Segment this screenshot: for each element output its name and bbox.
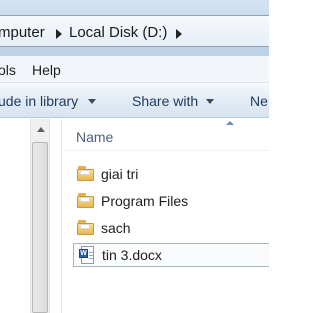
file-name: sach [101,220,131,236]
file-name: giai tri [101,166,139,182]
header-divider [64,150,269,151]
breadcrumb-local-disk[interactable]: Local Disk (D:) [69,24,167,41]
list-item-tin-3-docx[interactable]: W tin 3.docx [73,243,269,267]
folder-icon [77,193,95,209]
menu-help[interactable]: Help [32,62,61,78]
breadcrumb-arrow-icon[interactable] [56,29,62,39]
file-name: tin 3.docx [102,247,162,263]
list-item-giai-tri[interactable]: giai tri [73,163,269,187]
chevron-down-icon[interactable] [206,99,214,104]
word-document-icon: W [79,246,95,265]
folder-icon [77,166,95,182]
scroll-up-arrow-icon[interactable] [37,127,45,132]
chevron-down-icon[interactable] [88,99,96,104]
list-item-sach[interactable]: sach [73,217,269,241]
include-in-library-button[interactable]: ude in library [0,93,78,109]
explorer-window: mputer Local Disk (D:) ols Help ude in l… [0,0,269,313]
share-with-button[interactable]: Share with [132,93,198,109]
menu-tools[interactable]: ols [0,62,16,78]
column-header-name[interactable]: Name [76,129,113,145]
folder-icon [77,220,95,236]
breadcrumb-arrow-icon[interactable] [176,29,182,39]
list-item-program-files[interactable]: Program Files [73,190,269,214]
new-folder-button[interactable]: Ne [250,93,268,109]
breadcrumb-computer[interactable]: mputer [0,24,45,41]
file-name: Program Files [101,193,189,209]
scrollbar-thumb[interactable] [32,142,48,313]
sort-ascending-icon [226,121,234,125]
